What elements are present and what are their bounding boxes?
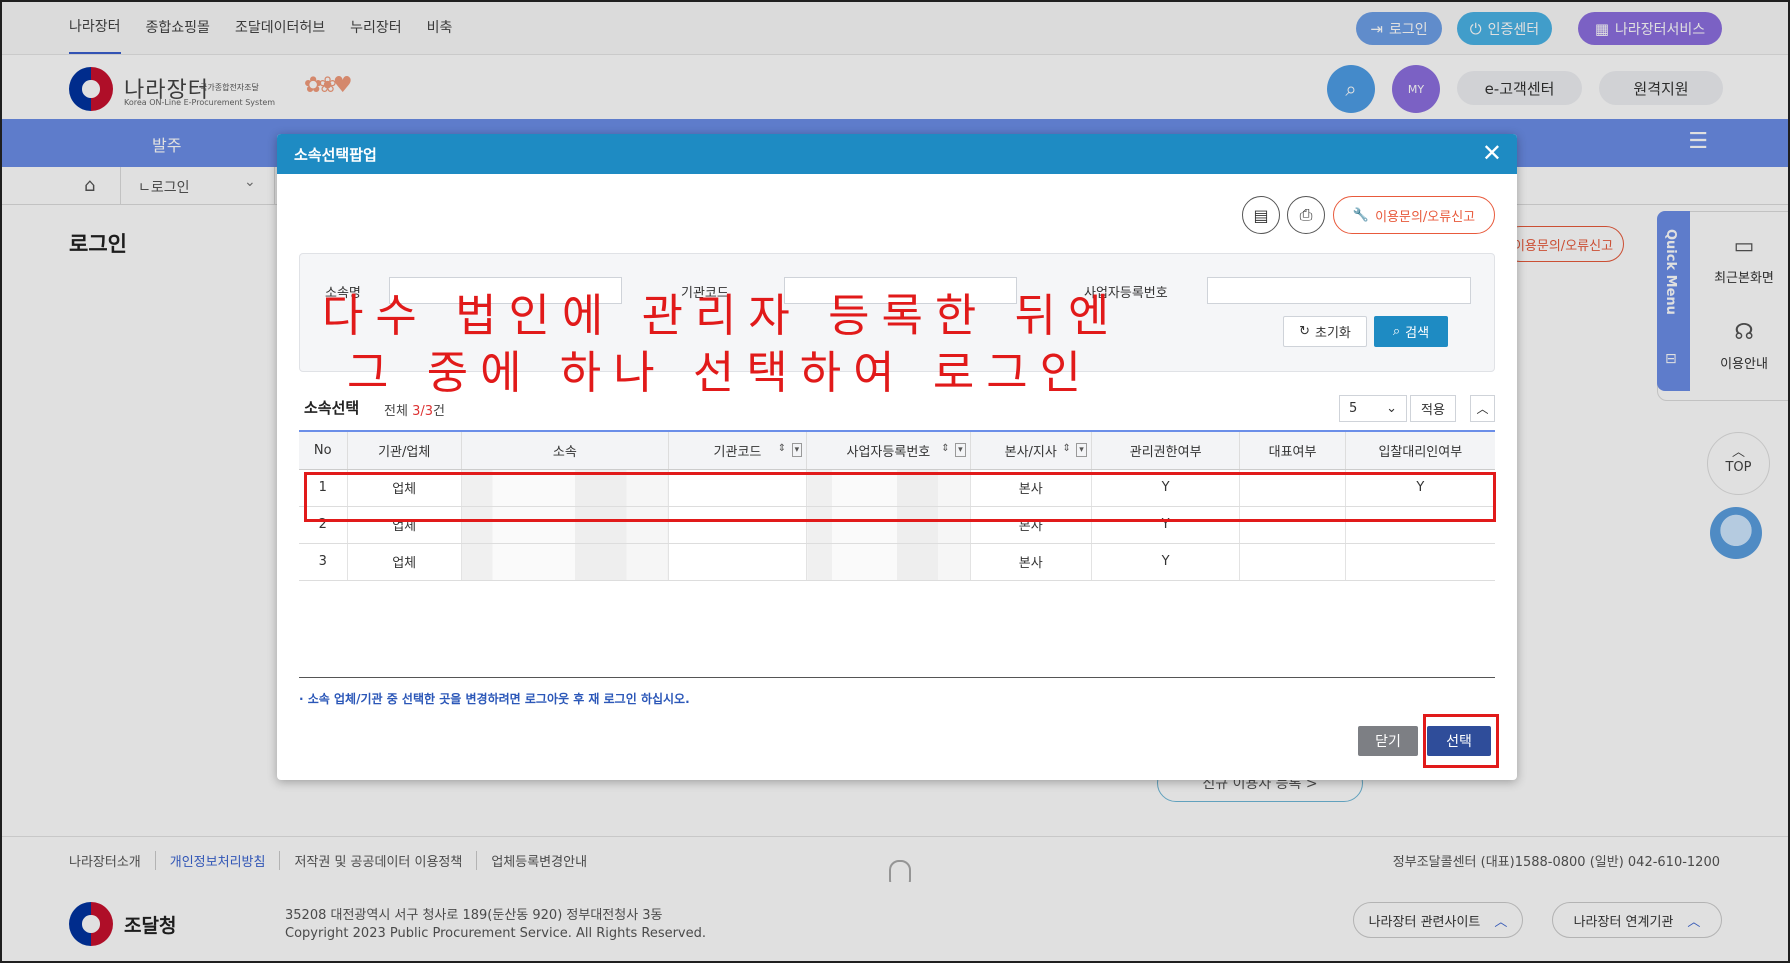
col-org-code[interactable]: 기관코드 ⇕ ▾ [667, 430, 807, 470]
col-affiliation: 소속 [460, 430, 669, 470]
search-icon: ⌕ [1392, 324, 1401, 339]
modal-title: 소속선택팝업 [294, 146, 377, 164]
screen: 나라장터 종합쇼핑몰 조달데이터허브 누리장터 비축 ⇥ 로그인 ⏻ 인증센터 ▦ 나… [0, 0, 1790, 963]
manual-icon[interactable]: ▤ [1242, 196, 1280, 234]
wrench-icon: 🔧 [1352, 207, 1370, 223]
refresh-icon: ↻ [1299, 324, 1310, 339]
filter-icon[interactable]: ▾ [1076, 443, 1087, 457]
table-header-row: No 기관/업체 소속 기관코드 ⇕ ▾ 사업자등록번호 ⇕ ▾ 본사/지사 ⇕ ▾ 관리권… [299, 430, 1495, 470]
annotation-line-1: 다수 법인에 관리자 등록한 뒤엔 [322, 289, 1122, 342]
apply-button[interactable]: 적용 [1410, 395, 1456, 422]
search-button[interactable]: ⌕ 검색 [1374, 316, 1448, 347]
chevron-down-icon: ⌄ [1386, 401, 1397, 416]
biz-number-input[interactable] [1207, 277, 1471, 304]
collapse-icon[interactable]: ︿ [1470, 395, 1495, 422]
col-admin-auth: 관리권한여부 [1090, 430, 1240, 470]
sort-icon[interactable]: ⇕ [941, 443, 949, 454]
col-type: 기관/업체 [346, 430, 462, 470]
col-bid-agent: 입찰대리인여부 [1344, 430, 1495, 470]
page-size-select[interactable]: 5 ⌄ [1339, 395, 1407, 422]
redacted-cell [460, 543, 669, 581]
list-count: 전체 3/3건 [384, 404, 445, 419]
table-row[interactable]: 3 업체 본사 Y [299, 543, 1495, 581]
print-icon[interactable]: ⎙ [1287, 196, 1325, 234]
filter-icon[interactable]: ▾ [955, 443, 966, 457]
col-biz-number[interactable]: 사업자등록번호 ⇕ ▾ [806, 430, 971, 470]
close-icon[interactable]: ✕ [1482, 139, 1502, 167]
highlight-box-select [1423, 714, 1499, 768]
col-no: No [299, 430, 348, 470]
sort-icon[interactable]: ⇕ [778, 443, 786, 454]
notice-text: · 소속 업체/기관 중 선택한 곳을 변경하려면 로그아웃 후 재 로그인 하… [299, 692, 690, 706]
modal-header: 소속선택팝업 ✕ [277, 134, 1517, 174]
col-representative: 대표여부 [1239, 430, 1346, 470]
redacted-cell [806, 543, 971, 581]
filter-icon[interactable]: ▾ [791, 443, 803, 457]
highlight-box-row [304, 472, 1496, 522]
annotation-line-2: 그 중에 하나 선택하여 로그인 [347, 346, 1094, 399]
sort-icon[interactable]: ⇕ [1062, 443, 1070, 454]
reset-button[interactable]: ↻ 초기화 [1283, 316, 1367, 347]
col-hq-branch[interactable]: 본사/지사 ⇕ ▾ [969, 430, 1092, 470]
affiliation-select-modal: 소속선택팝업 ✕ ▤ ⎙ 🔧 이용문의/오류신고 소속명 기관코드 사업자등록번호… [277, 134, 1517, 780]
close-button[interactable]: 닫기 [1358, 726, 1418, 756]
report-error-button[interactable]: 🔧 이용문의/오류신고 [1333, 196, 1495, 234]
